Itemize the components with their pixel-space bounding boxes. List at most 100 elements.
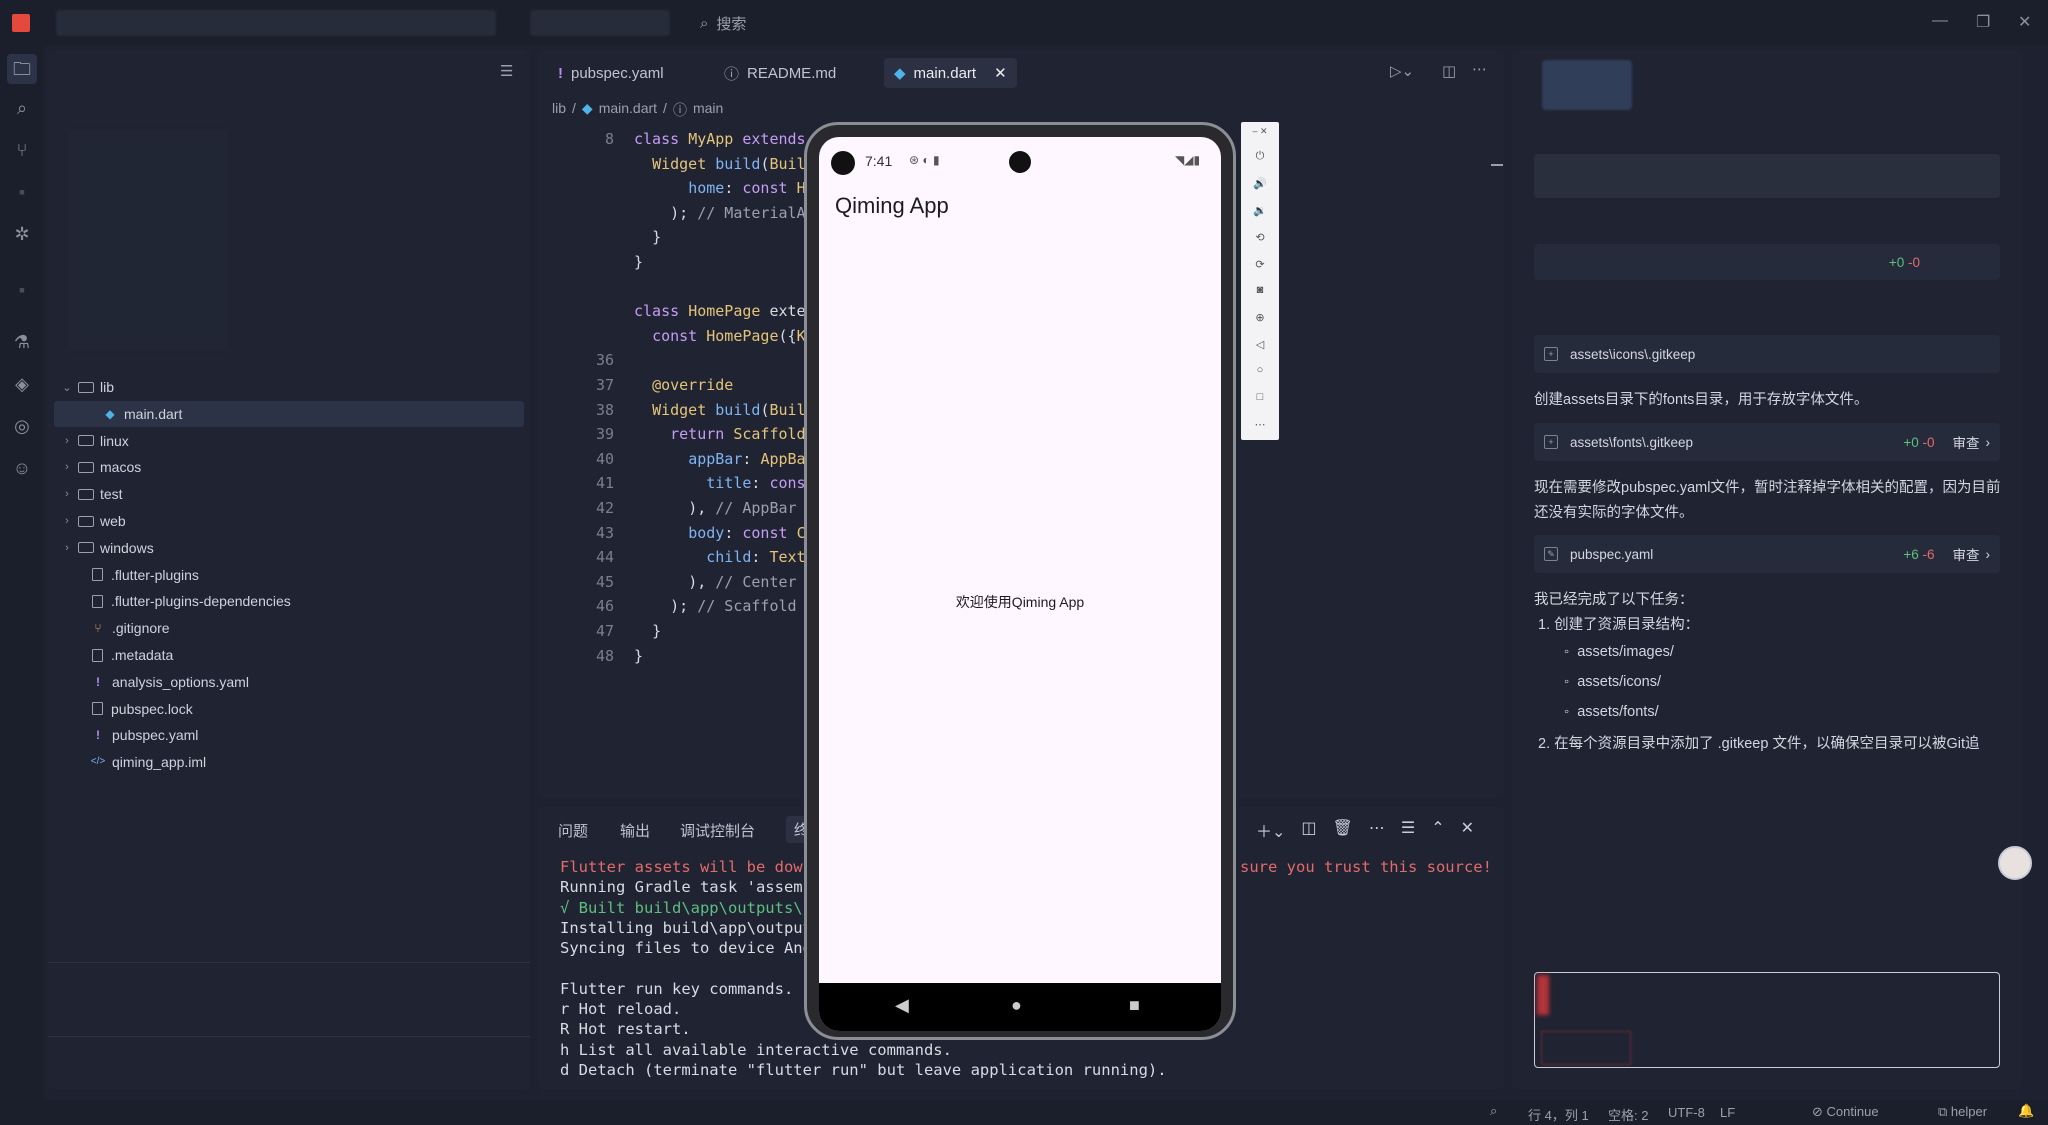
code-line[interactable]: child: Text(' [634, 548, 823, 573]
file-card-pubspec[interactable]: ✎ pubspec.yaml +6 -6 审查 › [1534, 535, 2000, 573]
code-line[interactable]: const HomePage({Key [634, 327, 824, 352]
code-line[interactable]: title: const [634, 474, 824, 499]
run-icon[interactable]: ▷⌄ [1390, 62, 1414, 80]
user-avatar[interactable] [1998, 846, 2032, 880]
file-card-icons[interactable]: + assets\icons\.gitkeep [1534, 335, 2000, 373]
cursor-position[interactable]: 行 4，列 1 [1528, 1105, 1589, 1124]
tab-debug-console[interactable]: 调试控制台 [680, 820, 755, 841]
code-line[interactable]: class HomePage extend [634, 302, 824, 327]
code-line[interactable]: ), // Center [634, 573, 796, 598]
search-box[interactable]: ⌕ 搜索 [700, 13, 746, 34]
tab-output[interactable]: 输出 [620, 820, 650, 841]
tree-item[interactable]: › test [54, 481, 524, 507]
tree-item[interactable]: pubspec.lock [54, 696, 524, 722]
code-line[interactable]: ), // AppBar [634, 499, 796, 524]
helper-status[interactable]: ⧉ helper [1938, 1104, 1987, 1120]
code-line[interactable]: class MyApp extends St [634, 130, 833, 155]
code-line[interactable]: } [634, 253, 643, 278]
review-link[interactable]: 审查 [1953, 544, 1980, 564]
source-control-icon[interactable]: ⑂ [10, 138, 34, 162]
more-icon[interactable]: ⋯ [1369, 818, 1385, 842]
trash-icon[interactable]: 🗑 [1333, 818, 1353, 842]
volume-up-icon[interactable]: 🔊 [1241, 177, 1279, 190]
tree-item[interactable]: </> qiming_app.iml [54, 749, 524, 775]
continue-status[interactable]: ⊘ Continue [1812, 1104, 1879, 1120]
tree-item[interactable]: ◆ main.dart [54, 400, 524, 427]
phone-screen[interactable]: 7:41 ⊛ ◐ ▮ ◥◢▮ Qiming App 欢迎使用Qiming App… [819, 137, 1221, 1031]
code-line[interactable]: ); // MaterialApp [634, 204, 824, 229]
rotate-left-icon[interactable]: ⟲ [1241, 231, 1279, 244]
flutter-icon[interactable]: ◈ [10, 372, 34, 396]
encoding[interactable]: UTF-8 [1668, 1105, 1705, 1120]
file-change-card[interactable]: +0 -0 [1534, 244, 2000, 280]
code-line[interactable]: home: const Hom [634, 179, 823, 204]
add-terminal-icon[interactable]: ＋⌄ [1256, 818, 1285, 842]
tree-item[interactable]: › windows [54, 535, 524, 561]
volume-down-icon[interactable]: 🔉 [1241, 204, 1279, 217]
split-terminal-icon[interactable]: ◫ [1301, 818, 1316, 842]
close-tab-icon[interactable]: ✕ [994, 64, 1007, 82]
code-line[interactable]: return Scaffold( [634, 425, 815, 450]
tree-item[interactable]: › web [54, 508, 524, 534]
code-line[interactable]: Widget build(BuildC [634, 155, 824, 180]
tab-pubspec-yaml[interactable]: ! pubspec.yaml [548, 58, 674, 88]
tree-item[interactable]: › macos [54, 454, 524, 480]
tree-item[interactable]: ⌄ lib [54, 374, 524, 400]
ai-assistant-icon[interactable]: ☺ [10, 456, 34, 480]
remote-icon[interactable]: ◎ [10, 414, 34, 438]
code-line[interactable]: } [634, 228, 661, 253]
tree-item[interactable]: ! pubspec.yaml [54, 722, 524, 748]
filter-icon[interactable]: ☰ [500, 62, 513, 80]
tab-readme-md[interactable]: ⓘ README.md [714, 58, 846, 88]
line-ending[interactable]: LF [1720, 1105, 1735, 1120]
back-icon[interactable]: ◁ [1241, 338, 1279, 351]
tree-item[interactable]: .flutter-plugins-dependencies [54, 588, 524, 614]
restore-icon[interactable]: ❐ [1976, 12, 1990, 32]
code-line[interactable]: } [634, 647, 643, 672]
indent-setting[interactable]: 空格: 2 [1608, 1105, 1648, 1124]
search-icon[interactable]: ⌕ [10, 96, 34, 120]
code-line[interactable]: @override [634, 376, 733, 401]
overview-icon[interactable]: □ [1241, 391, 1279, 403]
nav-home-icon[interactable]: ● [1011, 995, 1022, 1016]
rotate-right-icon[interactable]: ⟳ [1241, 258, 1279, 271]
code-line[interactable]: ); // Scaffold [634, 597, 796, 622]
breadcrumb-item[interactable]: main [693, 100, 723, 120]
explorer-icon[interactable]: 🗀 [7, 54, 37, 84]
chat-input[interactable] [1534, 972, 2000, 1068]
camera-icon[interactable]: ◙ [1241, 284, 1279, 296]
tree-item[interactable]: ⑂ .gitignore [54, 615, 524, 641]
layout-icon[interactable]: ☰ [1401, 818, 1415, 842]
more-actions-icon[interactable]: ⋯ [1472, 60, 1487, 78]
nav-back-icon[interactable]: ◀ [895, 995, 909, 1016]
code-line[interactable]: body: const Cen [634, 524, 823, 549]
tab-problems[interactable]: 问题 [558, 820, 588, 841]
tree-item[interactable]: .metadata [54, 642, 524, 668]
nav-recents-icon[interactable]: ■ [1129, 995, 1140, 1016]
blurred-icon[interactable]: ▪ [10, 278, 34, 302]
split-editor-icon[interactable]: ◫ [1442, 62, 1456, 80]
power-icon[interactable]: ⏻ [1241, 150, 1279, 163]
minimize-icon[interactable]: — [1932, 12, 1948, 30]
close-window-icon[interactable]: ✕ [2018, 12, 2031, 32]
tree-item[interactable]: .flutter-plugins [54, 562, 524, 588]
code-line[interactable]: } [634, 622, 661, 647]
notification-bell-icon[interactable]: 🔔 [2018, 1103, 2034, 1119]
review-link[interactable]: 审查 [1953, 432, 1980, 452]
more-icon[interactable]: ⋯ [1241, 418, 1279, 431]
emulator-window-controls[interactable]: – ✕ [1241, 126, 1279, 137]
code-line[interactable]: Widget build(BuildC [634, 401, 824, 426]
close-panel-icon[interactable]: ✕ [1461, 818, 1474, 842]
tree-item[interactable]: › linux [54, 428, 524, 454]
breadcrumb-item[interactable]: lib [552, 100, 566, 120]
tree-item[interactable]: ! analysis_options.yaml [54, 669, 524, 695]
file-card-fonts[interactable]: + assets\fonts\.gitkeep +0 -0 审查 › [1534, 423, 2000, 461]
tab-main-dart[interactable]: ◆ main.dart ✕ [884, 58, 1017, 88]
blurred-icon[interactable]: ▪ [10, 180, 34, 204]
breadcrumb-item[interactable]: main.dart [599, 100, 657, 120]
debug-icon[interactable]: ✲ [10, 222, 34, 246]
testing-icon[interactable]: ⚗ [10, 330, 34, 354]
code-line[interactable]: appBar: AppBar( [634, 450, 823, 475]
zoom-icon[interactable]: ⌕ [1490, 1103, 1497, 1119]
home-icon[interactable]: ○ [1241, 364, 1279, 376]
